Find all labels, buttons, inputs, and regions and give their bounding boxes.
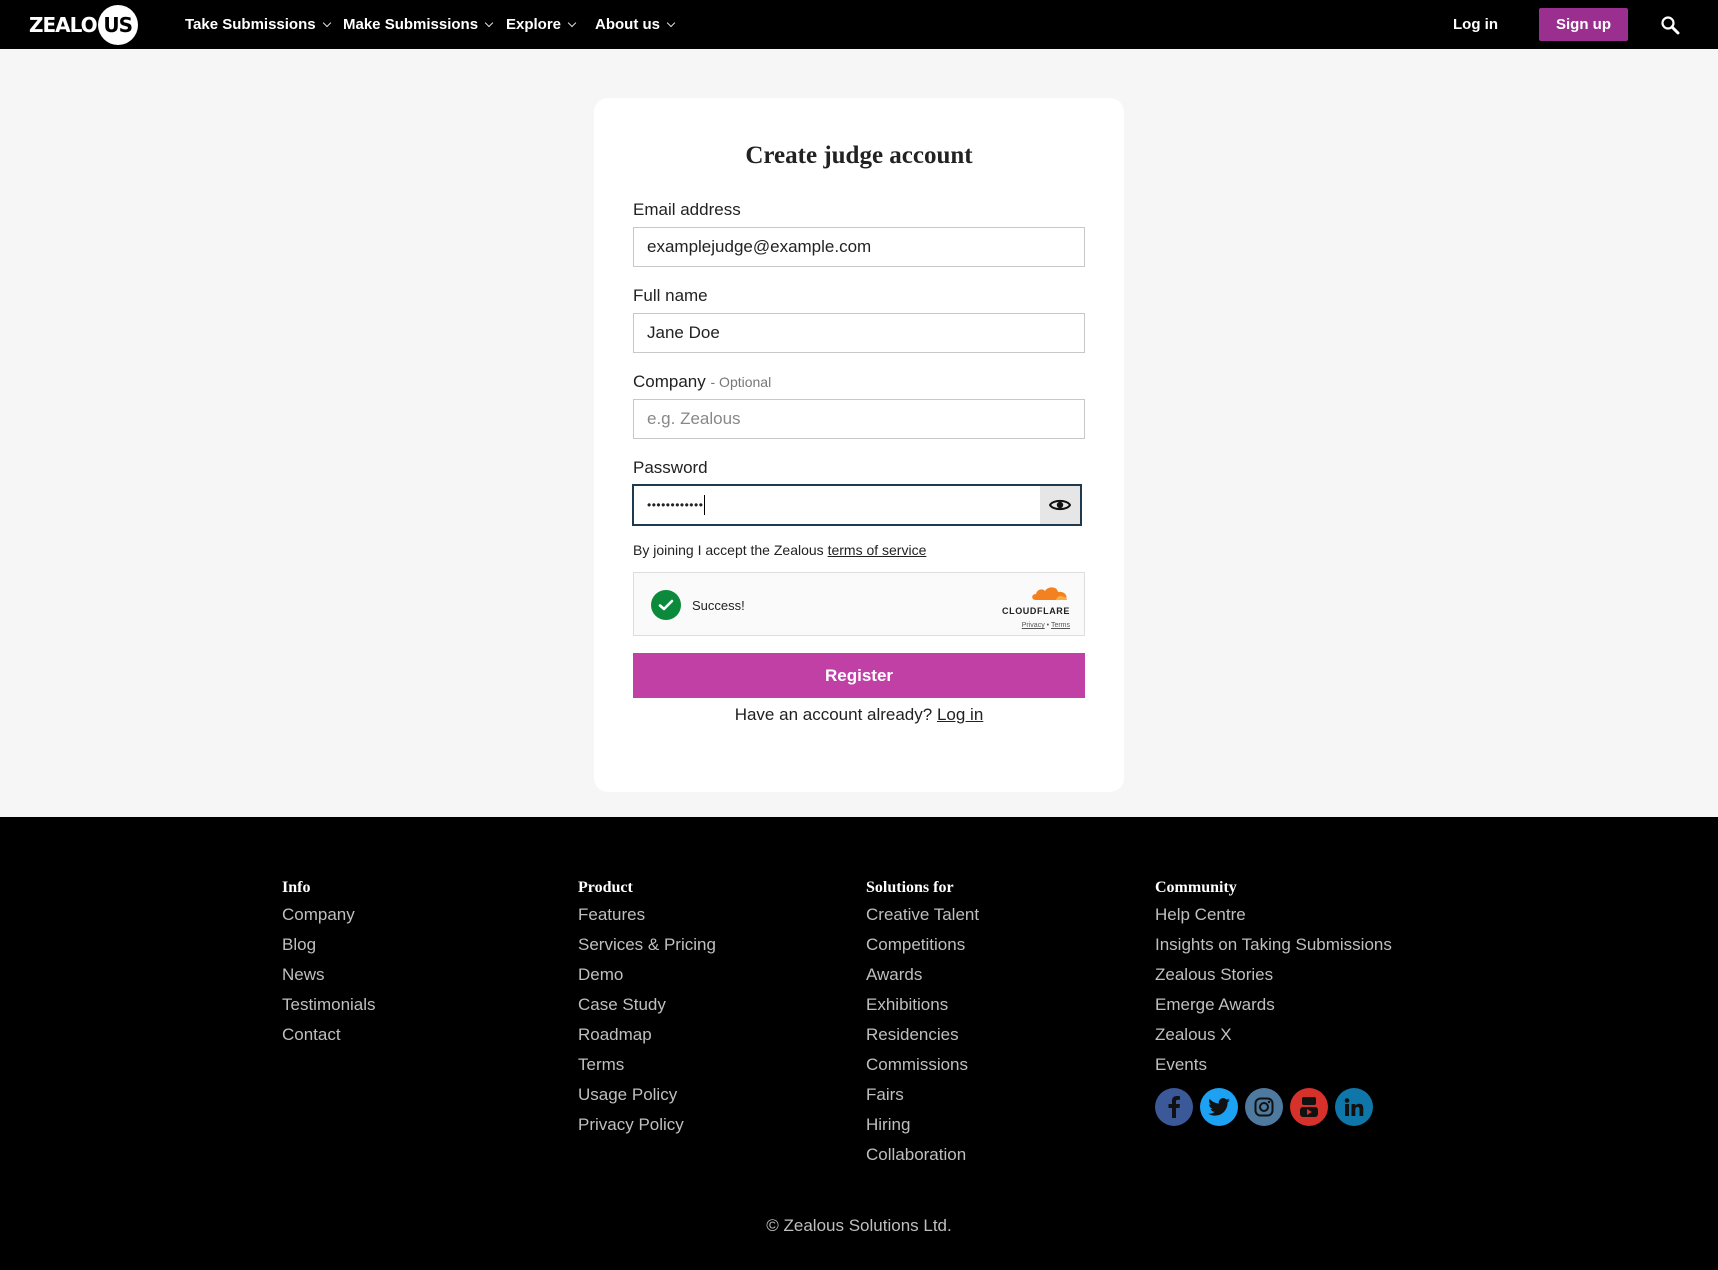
nav-make-submissions[interactable]: Make Submissions: [343, 0, 494, 49]
footer-link-competitions[interactable]: Competitions: [866, 930, 979, 960]
password-value: ••••••••••••: [647, 486, 706, 524]
captcha-terms-link[interactable]: Terms: [1051, 622, 1070, 629]
footer-link-demo[interactable]: Demo: [578, 960, 716, 990]
signup-button[interactable]: Sign up: [1539, 8, 1628, 41]
nav-explore[interactable]: Explore: [506, 0, 577, 49]
logo-text: ZEALO: [29, 12, 98, 37]
captcha-link-separator: •: [1046, 622, 1050, 629]
page-title: Create judge account: [745, 142, 973, 169]
footer-link-emerge-awards[interactable]: Emerge Awards: [1155, 990, 1392, 1020]
cloudflare-links: Privacy • Terms: [994, 622, 1070, 629]
terms-text: By joining I accept the Zealous terms of…: [633, 542, 926, 558]
footer-link-usage-policy[interactable]: Usage Policy: [578, 1080, 716, 1110]
footer-link-news[interactable]: News: [282, 960, 376, 990]
eye-icon: [1049, 499, 1071, 511]
nav-take-submissions-label: Take Submissions: [185, 16, 316, 33]
search-icon[interactable]: [1660, 15, 1680, 35]
footer-link-contact[interactable]: Contact: [282, 1020, 376, 1050]
terms-prefix: By joining I accept the Zealous: [633, 542, 824, 558]
instagram-icon[interactable]: [1245, 1088, 1283, 1126]
chevron-down-icon: [567, 18, 577, 27]
company-field[interactable]: e.g. Zealous: [633, 399, 1085, 439]
footer-link-roadmap[interactable]: Roadmap: [578, 1020, 716, 1050]
have-account-prefix: Have an account already?: [734, 705, 933, 724]
footer-link-zealous-x[interactable]: Zealous X: [1155, 1020, 1392, 1050]
register-button[interactable]: Register: [633, 653, 1085, 698]
footer-link-events[interactable]: Events: [1155, 1050, 1392, 1080]
footer-link-case-study[interactable]: Case Study: [578, 990, 716, 1020]
footer-link-hiring[interactable]: Hiring: [866, 1110, 979, 1140]
chevron-down-icon: [484, 18, 494, 27]
footer-link-creative-talent[interactable]: Creative Talent: [866, 900, 979, 930]
footer-link-terms[interactable]: Terms: [578, 1050, 716, 1080]
footer-info-heading: Info: [282, 879, 311, 896]
nav-explore-label: Explore: [506, 16, 562, 33]
nav-about-us-label: About us: [595, 16, 660, 33]
footer-product-column: Product Features Services & Pricing Demo…: [578, 879, 716, 1140]
footer-link-exhibitions[interactable]: Exhibitions: [866, 990, 979, 1020]
logo-circle: US: [97, 4, 138, 45]
footer-link-insights[interactable]: Insights on Taking Submissions: [1155, 930, 1392, 960]
footer-link-privacy-policy[interactable]: Privacy Policy: [578, 1110, 716, 1140]
chevron-down-icon: [666, 18, 676, 27]
footer-link-help-centre[interactable]: Help Centre: [1155, 900, 1392, 930]
logo-circle-text: US: [103, 12, 133, 37]
header-login-link[interactable]: Log in: [1453, 0, 1498, 49]
text-cursor: [704, 495, 706, 515]
footer: [0, 817, 1718, 1270]
copyright: © Zealous Solutions Ltd.: [766, 1216, 952, 1235]
footer-link-commissions[interactable]: Commissions: [866, 1050, 979, 1080]
cloudflare-logo: CLOUDFLARE Privacy • Terms: [994, 585, 1070, 629]
footer-solutions-column: Solutions for Creative Talent Competitio…: [866, 879, 979, 1170]
password-dots: ••••••••••••: [647, 498, 704, 512]
login-link[interactable]: Log in: [937, 705, 983, 724]
terms-of-service-link[interactable]: terms of service: [828, 542, 927, 558]
chevron-down-icon: [322, 18, 331, 27]
captcha-status: Success!: [692, 597, 745, 613]
footer-info-column: Info Company Blog News Testimonials Cont…: [282, 879, 376, 1050]
have-account-text: Have an account already? Log in: [633, 705, 1085, 725]
nav-make-submissions-label: Make Submissions: [343, 16, 479, 33]
linkedin-icon[interactable]: [1335, 1088, 1373, 1126]
optional-hint: - Optional: [710, 374, 772, 390]
twitter-icon[interactable]: [1200, 1088, 1238, 1126]
email-label: Email address: [633, 200, 741, 219]
footer-link-collaboration[interactable]: Collaboration: [866, 1140, 979, 1170]
show-password-button[interactable]: [1040, 486, 1080, 524]
footer-link-residencies[interactable]: Residencies: [866, 1020, 979, 1050]
footer-link-zealous-stories[interactable]: Zealous Stories: [1155, 960, 1392, 990]
footer-community-heading: Community: [1155, 879, 1237, 896]
footer-link-blog[interactable]: Blog: [282, 930, 376, 960]
password-field[interactable]: ••••••••••••: [632, 484, 1082, 526]
password-label: Password: [633, 458, 708, 477]
company-label: Company - Optional: [633, 372, 771, 392]
footer-link-services-pricing[interactable]: Services & Pricing: [578, 930, 716, 960]
cloudflare-captcha[interactable]: Success! CLOUDFLARE Privacy • Terms: [633, 572, 1085, 636]
footer-community-column: Community Help Centre Insights on Taking…: [1155, 879, 1392, 1126]
footer-link-features[interactable]: Features: [578, 900, 716, 930]
full-name-label: Full name: [633, 286, 708, 305]
youtube-icon[interactable]: [1290, 1088, 1328, 1126]
zealous-logo[interactable]: ZEALO US: [29, 4, 138, 45]
social-links: [1155, 1088, 1392, 1126]
captcha-privacy-link[interactable]: Privacy: [1022, 622, 1045, 629]
cloud-icon: [1032, 587, 1067, 600]
email-field[interactable]: examplejudge@example.com: [633, 227, 1085, 267]
full-name-field[interactable]: Jane Doe: [633, 313, 1085, 353]
cloudflare-name: CLOUDFLARE: [1002, 606, 1070, 616]
facebook-icon[interactable]: [1155, 1088, 1193, 1126]
nav-about-us[interactable]: About us: [595, 0, 676, 49]
check-icon: [651, 590, 681, 620]
top-navigation-bar: ZEALO US Take Submissions Make Submissio…: [0, 0, 1718, 49]
nav-take-submissions[interactable]: Take Submissions: [185, 0, 331, 49]
footer-product-heading: Product: [578, 879, 633, 896]
footer-link-company[interactable]: Company: [282, 900, 376, 930]
footer-link-awards[interactable]: Awards: [866, 960, 979, 990]
company-label-text: Company: [633, 372, 706, 391]
footer-solutions-heading: Solutions for: [866, 879, 954, 896]
footer-link-fairs[interactable]: Fairs: [866, 1080, 979, 1110]
footer-link-testimonials[interactable]: Testimonials: [282, 990, 376, 1020]
